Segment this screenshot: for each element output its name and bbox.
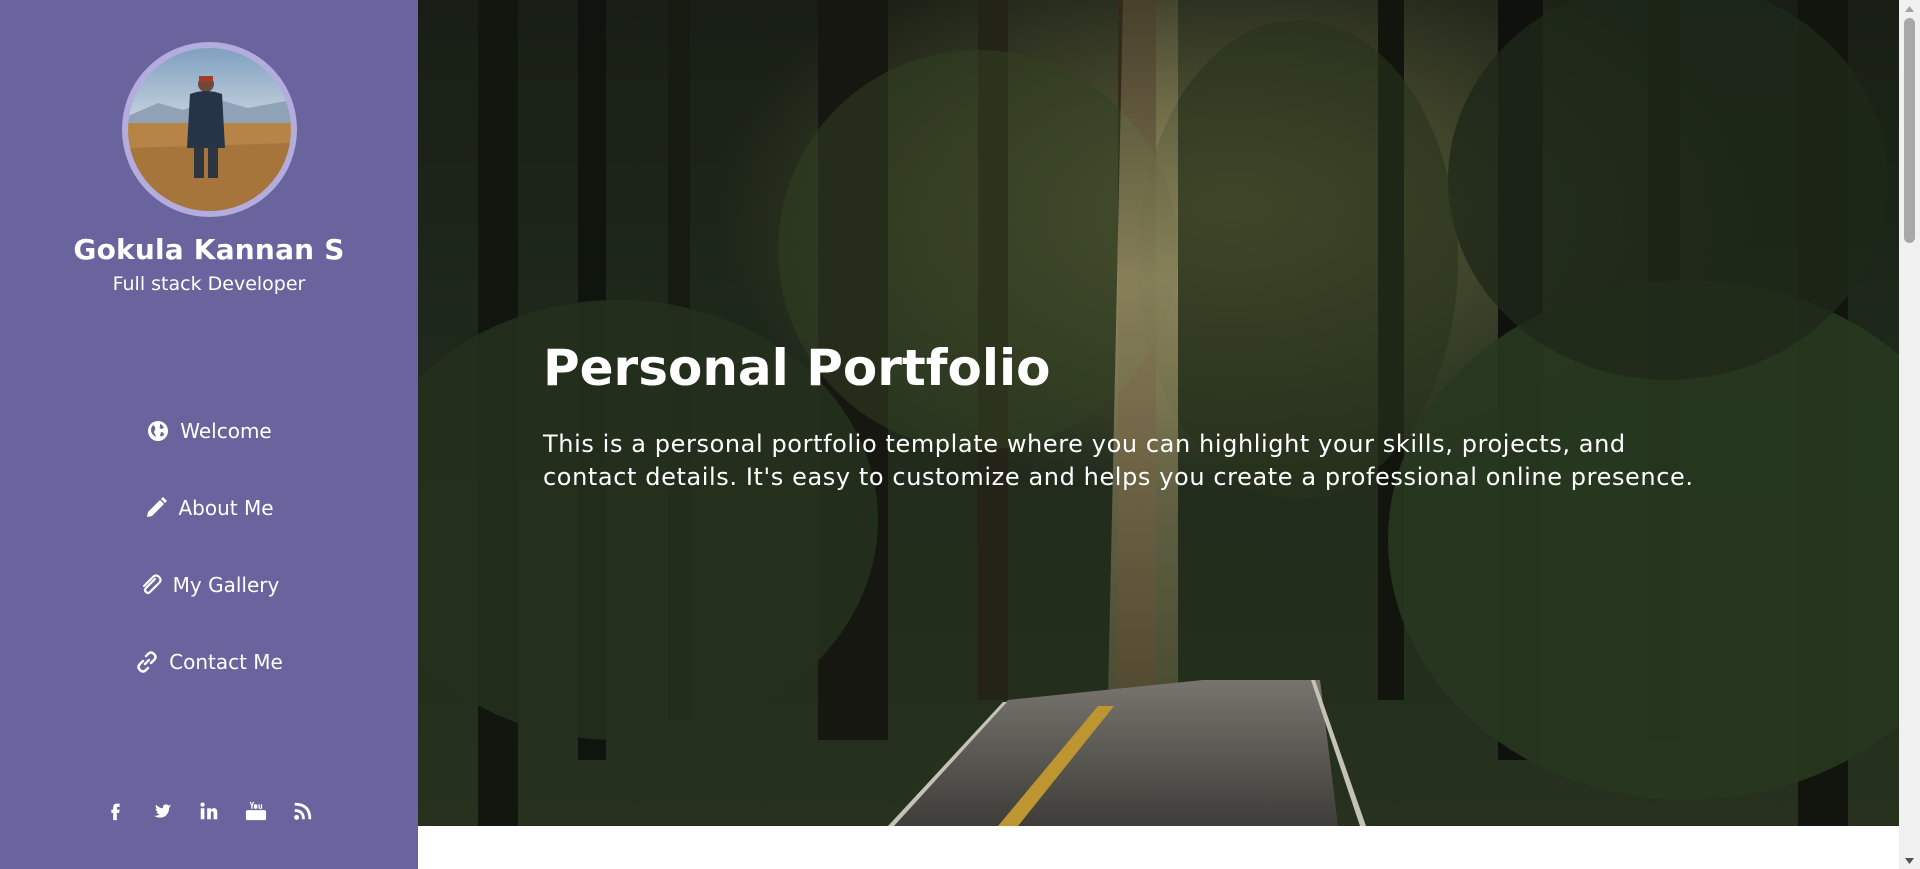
- social-links: [0, 796, 418, 826]
- nav-item-welcome[interactable]: Welcome: [0, 411, 418, 451]
- link-icon: [135, 650, 159, 674]
- profile-name: Gokula Kannan S: [73, 233, 345, 266]
- scrollbar[interactable]: [1899, 0, 1920, 869]
- nav-label-about-me: About Me: [178, 496, 274, 520]
- linkedin-icon[interactable]: [198, 800, 220, 822]
- twitter-icon[interactable]: [151, 800, 173, 822]
- profile-role: Full stack Developer: [112, 273, 306, 295]
- paperclip-icon: [139, 573, 163, 597]
- nav-label-welcome: Welcome: [180, 419, 272, 443]
- nav-label-contact-me: Contact Me: [169, 650, 283, 674]
- nav-item-contact-me[interactable]: Contact Me: [0, 642, 418, 682]
- nav-label-my-gallery: My Gallery: [172, 573, 280, 597]
- facebook-icon[interactable]: [104, 800, 126, 822]
- avatar: [122, 42, 297, 217]
- sidebar: Gokula Kannan S Full stack Developer Wel…: [0, 0, 418, 869]
- hero-title: Personal Portfolio: [543, 339, 1051, 397]
- nav-item-about-me[interactable]: About Me: [0, 488, 418, 528]
- hero-description: This is a personal portfolio template wh…: [543, 430, 1694, 491]
- scrollbar-thumb[interactable]: [1904, 18, 1915, 243]
- content-area: [418, 826, 1899, 869]
- youtube-icon[interactable]: [245, 800, 267, 822]
- globe-icon: [146, 419, 170, 443]
- nav-item-my-gallery[interactable]: My Gallery: [0, 565, 418, 605]
- forest-road-background: [418, 0, 1899, 826]
- pencil-icon: [144, 496, 168, 520]
- rss-icon[interactable]: [292, 800, 314, 822]
- scroll-down-arrow-icon[interactable]: [1899, 852, 1920, 869]
- hero-banner: Personal Portfolio This is a personal po…: [418, 0, 1899, 826]
- avatar-photo: [128, 48, 291, 211]
- scroll-up-arrow-icon[interactable]: [1899, 0, 1920, 17]
